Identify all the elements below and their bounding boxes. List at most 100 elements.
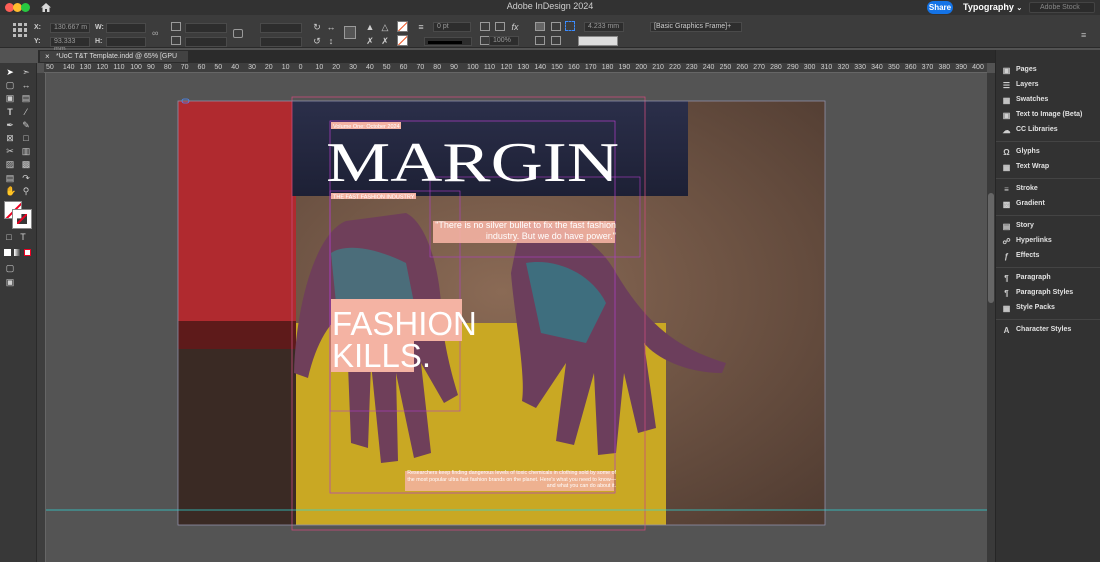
page-tool-icon[interactable]: ▢: [5, 80, 15, 90]
select-next-icon[interactable]: ✗: [380, 36, 390, 46]
selection-tool-icon[interactable]: ➤: [5, 67, 15, 77]
stroke-weight-field[interactable]: 0 pt: [433, 22, 471, 32]
gap-field[interactable]: 4.233 mm: [584, 22, 624, 32]
share-button[interactable]: Share: [927, 1, 953, 14]
formatting-text-icon[interactable]: T: [18, 232, 28, 242]
drop-shadow-icon[interactable]: [495, 22, 505, 31]
width-field[interactable]: [106, 23, 146, 33]
pen-tool-icon[interactable]: ✒: [5, 120, 15, 130]
panel-item-style-packs[interactable]: ▦ Style Packs: [1002, 302, 1055, 314]
height-field[interactable]: [106, 37, 146, 47]
rotate-ccw-icon[interactable]: ↺: [312, 36, 322, 46]
rotation-field[interactable]: [260, 23, 302, 33]
auto-fit-icon[interactable]: [535, 36, 545, 45]
apply-gradient-icon[interactable]: [14, 249, 21, 256]
line-tool-icon[interactable]: ⁄: [21, 107, 31, 117]
panel-item-paragraph[interactable]: ¶ Paragraph: [1002, 272, 1050, 284]
constrain-proportions-icon[interactable]: ∞: [152, 28, 162, 38]
gap-tool-icon[interactable]: ↔: [21, 80, 31, 90]
document-tab[interactable]: × *UoC T&T Template.indd @ 65% [GPU Prev…: [40, 51, 188, 71]
panel-item-hyperlinks[interactable]: ☍ Hyperlinks: [1002, 235, 1051, 247]
apply-color-icon[interactable]: [4, 249, 11, 256]
gap-tool-icon[interactable]: [565, 21, 575, 31]
y-position-field[interactable]: 93.333 mm: [50, 37, 90, 53]
select-container-icon[interactable]: ▲: [365, 22, 375, 32]
panel-separator: [996, 178, 1100, 179]
close-tab-icon[interactable]: ×: [45, 51, 50, 62]
content-placer-icon[interactable]: ▤: [21, 93, 31, 103]
rectangle-tool-icon[interactable]: □: [21, 133, 31, 143]
panel-item-story[interactable]: ▤ Story: [1002, 220, 1034, 232]
corner-options-icon[interactable]: [551, 36, 561, 45]
panel-item-layers[interactable]: ☰ Layers: [1002, 79, 1039, 91]
formatting-container-icon[interactable]: □: [4, 232, 14, 242]
zoom-tool-icon[interactable]: ⚲: [21, 186, 31, 196]
scale-x-icon[interactable]: [171, 22, 181, 31]
select-previous-icon[interactable]: ✗: [365, 36, 375, 46]
type-tool-icon[interactable]: T: [5, 107, 15, 117]
panel-item-glyphs[interactable]: Ω Glyphs: [1002, 146, 1039, 158]
hand-tool-icon[interactable]: ✋: [5, 186, 16, 196]
panel-item-stroke[interactable]: ≡ Stroke: [1002, 183, 1038, 195]
corner-shape-dropdown[interactable]: [578, 36, 618, 46]
reference-point-icon[interactable]: [13, 23, 27, 37]
vertical-ruler[interactable]: [37, 73, 46, 562]
effects-fx-icon[interactable]: fx: [510, 22, 520, 32]
direct-selection-tool-icon[interactable]: ➣: [21, 67, 31, 77]
gradient-feather-tool-icon[interactable]: ▩: [21, 159, 31, 169]
panel-item-effects[interactable]: ƒ Effects: [1002, 250, 1039, 262]
home-icon[interactable]: [40, 2, 52, 13]
panel-item-cc-libraries[interactable]: ☁ CC Libraries: [1002, 124, 1058, 136]
scale-y-icon[interactable]: [171, 36, 181, 45]
text-wrap-icon[interactable]: [535, 22, 545, 31]
panel-item-paragraph-styles[interactable]: ¶ Paragraph Styles: [1002, 287, 1073, 299]
fill-stroke-proxy[interactable]: [4, 201, 32, 229]
panel-item-swatches[interactable]: ▦ Swatches: [1002, 94, 1049, 106]
panel-item-label: Paragraph Styles: [1016, 289, 1074, 296]
note-tool-icon[interactable]: ▤: [5, 173, 15, 183]
opacity-field[interactable]: 100%: [489, 36, 519, 46]
fill-swatch[interactable]: [397, 21, 408, 32]
tools-panel: ➤ ➣ ▢ ↔ ▣ ▤ T ⁄ ✒ ✎ ⊠ □ ✂ ▥ ▨ ▩ ▤ ↷ ✋ ⚲ …: [0, 63, 37, 562]
shear-field[interactable]: [260, 37, 302, 47]
ruler-tick-label: 140: [534, 64, 547, 71]
panel-item-pages[interactable]: ▣ Pages: [1002, 64, 1037, 76]
lock-icon[interactable]: [233, 29, 243, 38]
rectangle-frame-tool-icon[interactable]: ⊠: [5, 133, 15, 143]
more-options-icon[interactable]: ≡: [1081, 25, 1091, 40]
adobe-stock-search[interactable]: Adobe Stock: [1029, 2, 1095, 13]
panel-item-gradient[interactable]: ▩ Gradient: [1002, 198, 1045, 210]
pencil-tool-icon[interactable]: ✎: [21, 120, 31, 130]
x-position-field[interactable]: 130.667 m: [50, 23, 90, 33]
stroke-swatch[interactable]: [397, 35, 408, 46]
flip-vertical-icon[interactable]: ↕: [326, 36, 336, 46]
free-transform-tool-icon[interactable]: ▥: [21, 146, 31, 156]
scale-y-field[interactable]: [185, 37, 227, 47]
panel-item-text-wrap[interactable]: ▦ Text Wrap: [1002, 161, 1049, 173]
vertical-scrollbar[interactable]: [987, 73, 995, 562]
flip-horizontal-icon[interactable]: ↔: [326, 22, 336, 32]
content-collector-icon[interactable]: ▣: [5, 93, 15, 103]
gradient-swatch-tool-icon[interactable]: ▨: [5, 159, 15, 169]
stroke-type-dropdown[interactable]: [424, 37, 472, 46]
ruler-tick-label: 320: [837, 64, 850, 71]
align-icon[interactable]: [551, 22, 561, 31]
panel-item-text-to-image[interactable]: ▣ Text to Image (Beta): [1002, 109, 1083, 121]
select-content-icon[interactable]: △: [380, 22, 390, 32]
pasteboard[interactable]: Volume One: October 2024 MARGIN THE FAST…: [46, 73, 987, 562]
eyedropper-tool-icon[interactable]: ↷: [21, 173, 31, 183]
scissors-tool-icon[interactable]: ✂: [5, 146, 15, 156]
scroll-thumb[interactable]: [988, 193, 994, 303]
panel-item-label: Style Packs: [1016, 304, 1055, 311]
frame-fitting-icon[interactable]: [480, 22, 490, 31]
preview-mode-icon[interactable]: ▣: [5, 277, 15, 287]
rotate-cw-icon[interactable]: ↻: [312, 22, 322, 32]
panel-item-character-styles[interactable]: A Character Styles: [1002, 324, 1072, 336]
horizontal-ruler[interactable]: 50 140 130 120 110 100 90 80 70 60 50 40 30 20 10 0 10 20…: [44, 63, 987, 73]
workspace-switcher[interactable]: Typography ⌄: [963, 2, 1022, 12]
scale-x-field[interactable]: [185, 23, 227, 33]
object-style-dropdown[interactable]: [Basic Graphics Frame]+: [650, 22, 742, 32]
issue-line: Volume One: October 2024: [333, 124, 400, 130]
screen-mode-icon[interactable]: ▢: [5, 263, 15, 273]
apply-none-icon[interactable]: [24, 249, 31, 256]
